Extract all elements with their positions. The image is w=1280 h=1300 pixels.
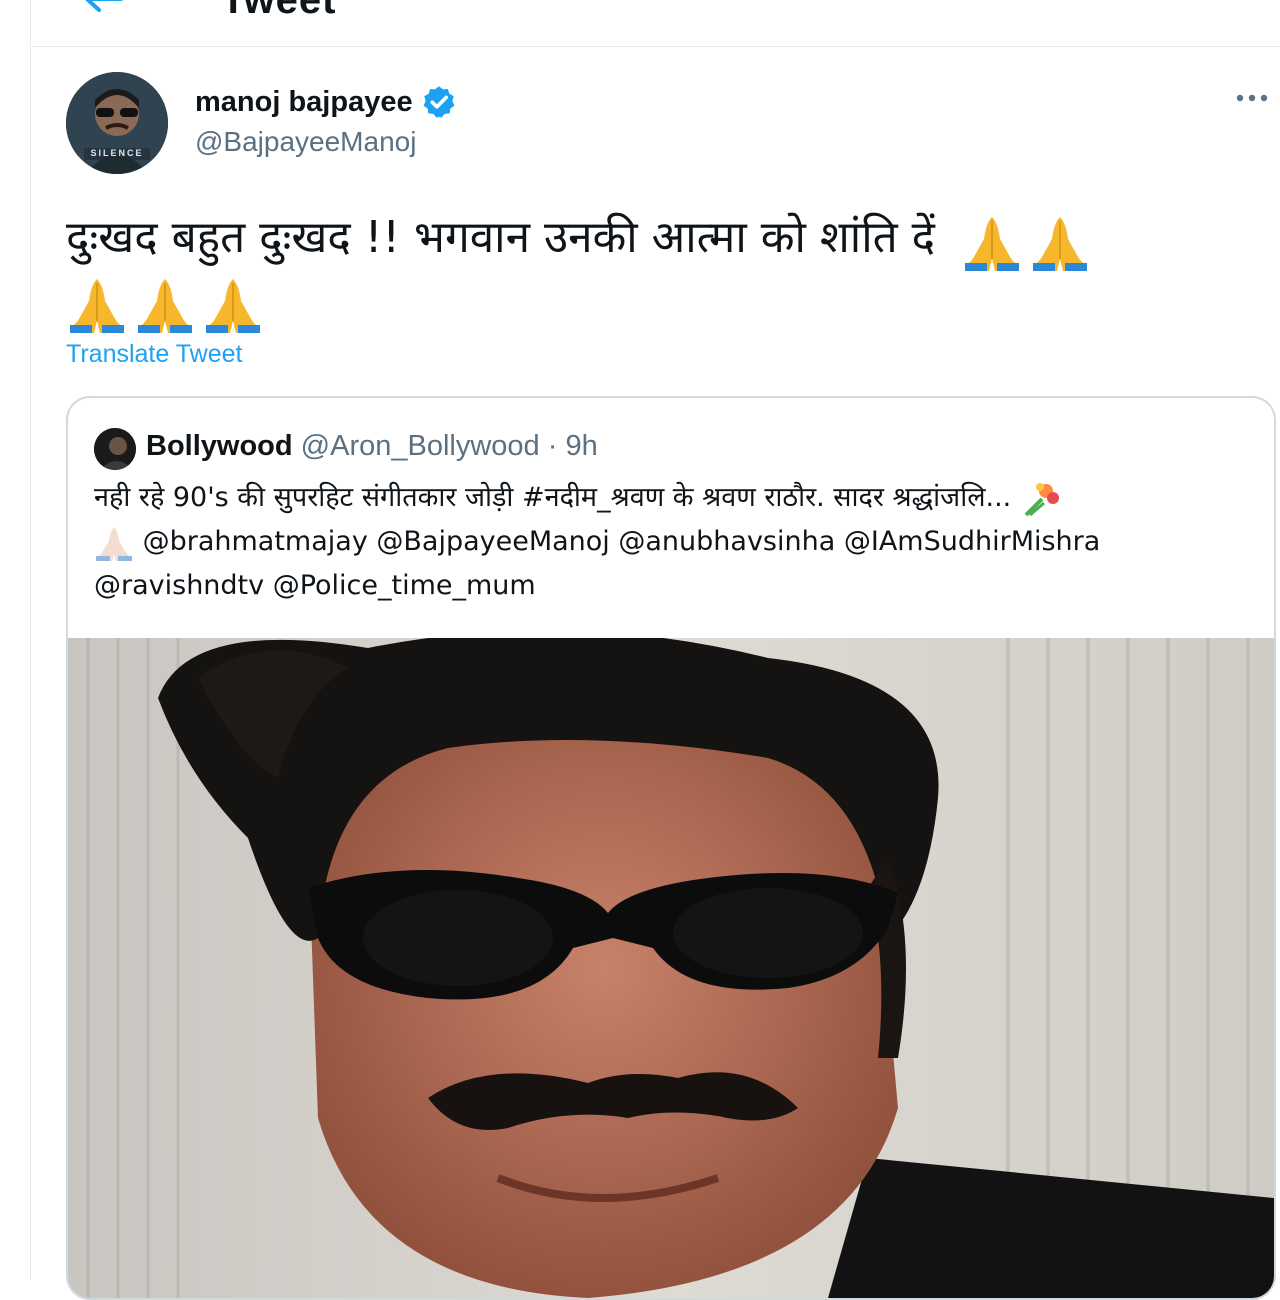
author-name-text: manoj bajpayee bbox=[195, 85, 413, 118]
quoted-tweet-card[interactable]: Bollywood @Aron_Bollywood · 9h नही रहे 9… bbox=[66, 396, 1276, 1300]
folded-hands-emoji-icon bbox=[202, 272, 270, 333]
quoted-header: Bollywood @Aron_Bollywood · 9h bbox=[146, 430, 598, 463]
folded-hands-emoji-icon bbox=[1029, 210, 1097, 271]
bouquet-emoji-icon bbox=[1024, 482, 1059, 516]
page-header: Tweet bbox=[31, 0, 1280, 47]
folded-hands-emoji-icon bbox=[96, 526, 132, 561]
verified-badge-icon bbox=[423, 86, 455, 118]
quoted-text-line1: नही रहे 90's की सुपरहिट संगीतकार जोड़ी #… bbox=[94, 482, 1012, 513]
back-arrow-icon[interactable] bbox=[83, 0, 123, 14]
folded-hands-emoji-icon bbox=[66, 272, 134, 333]
folded-hands-emoji-icon bbox=[961, 210, 1029, 271]
folded-hands-emoji-icon bbox=[134, 272, 202, 333]
translate-tweet-link[interactable]: Translate Tweet bbox=[66, 340, 242, 369]
portrait-photo bbox=[68, 638, 1274, 1298]
quoted-author-handle: @Aron_Bollywood bbox=[300, 430, 540, 462]
quoted-tweet-photo[interactable] bbox=[68, 638, 1274, 1298]
quoted-author-avatar bbox=[94, 428, 136, 470]
tweet-text: दुःखद बहुत दुःखद !! भगवान उनकी आत्मा को … bbox=[66, 212, 936, 263]
quoted-author-name: Bollywood bbox=[146, 430, 293, 462]
avatar-caption: SILENCE bbox=[90, 148, 144, 158]
tweet-body: दुःखद बहुत दुःखद !! भगवान उनकी आत्मा को … bbox=[66, 208, 1256, 333]
page-title: Tweet bbox=[221, 0, 337, 22]
quoted-text-line2: @brahmatmajay @BajpayeeManoj @anubhavsin… bbox=[142, 526, 1101, 557]
quoted-text-line3: @ravishndtv @Police_time_mum bbox=[94, 570, 536, 601]
left-gutter bbox=[0, 0, 31, 1280]
author-handle[interactable]: @BajpayeeManoj bbox=[195, 126, 416, 158]
avatar-image bbox=[66, 72, 168, 174]
more-options-icon[interactable] bbox=[1234, 88, 1270, 108]
quoted-timestamp: 9h bbox=[565, 430, 598, 462]
quoted-text: नही रहे 90's की सुपरहिट संगीतकार जोड़ी #… bbox=[94, 476, 1264, 608]
quoted-separator: · bbox=[547, 430, 558, 462]
author-avatar[interactable]: SILENCE bbox=[66, 72, 168, 174]
author-name[interactable]: manoj bajpayee bbox=[195, 84, 457, 120]
